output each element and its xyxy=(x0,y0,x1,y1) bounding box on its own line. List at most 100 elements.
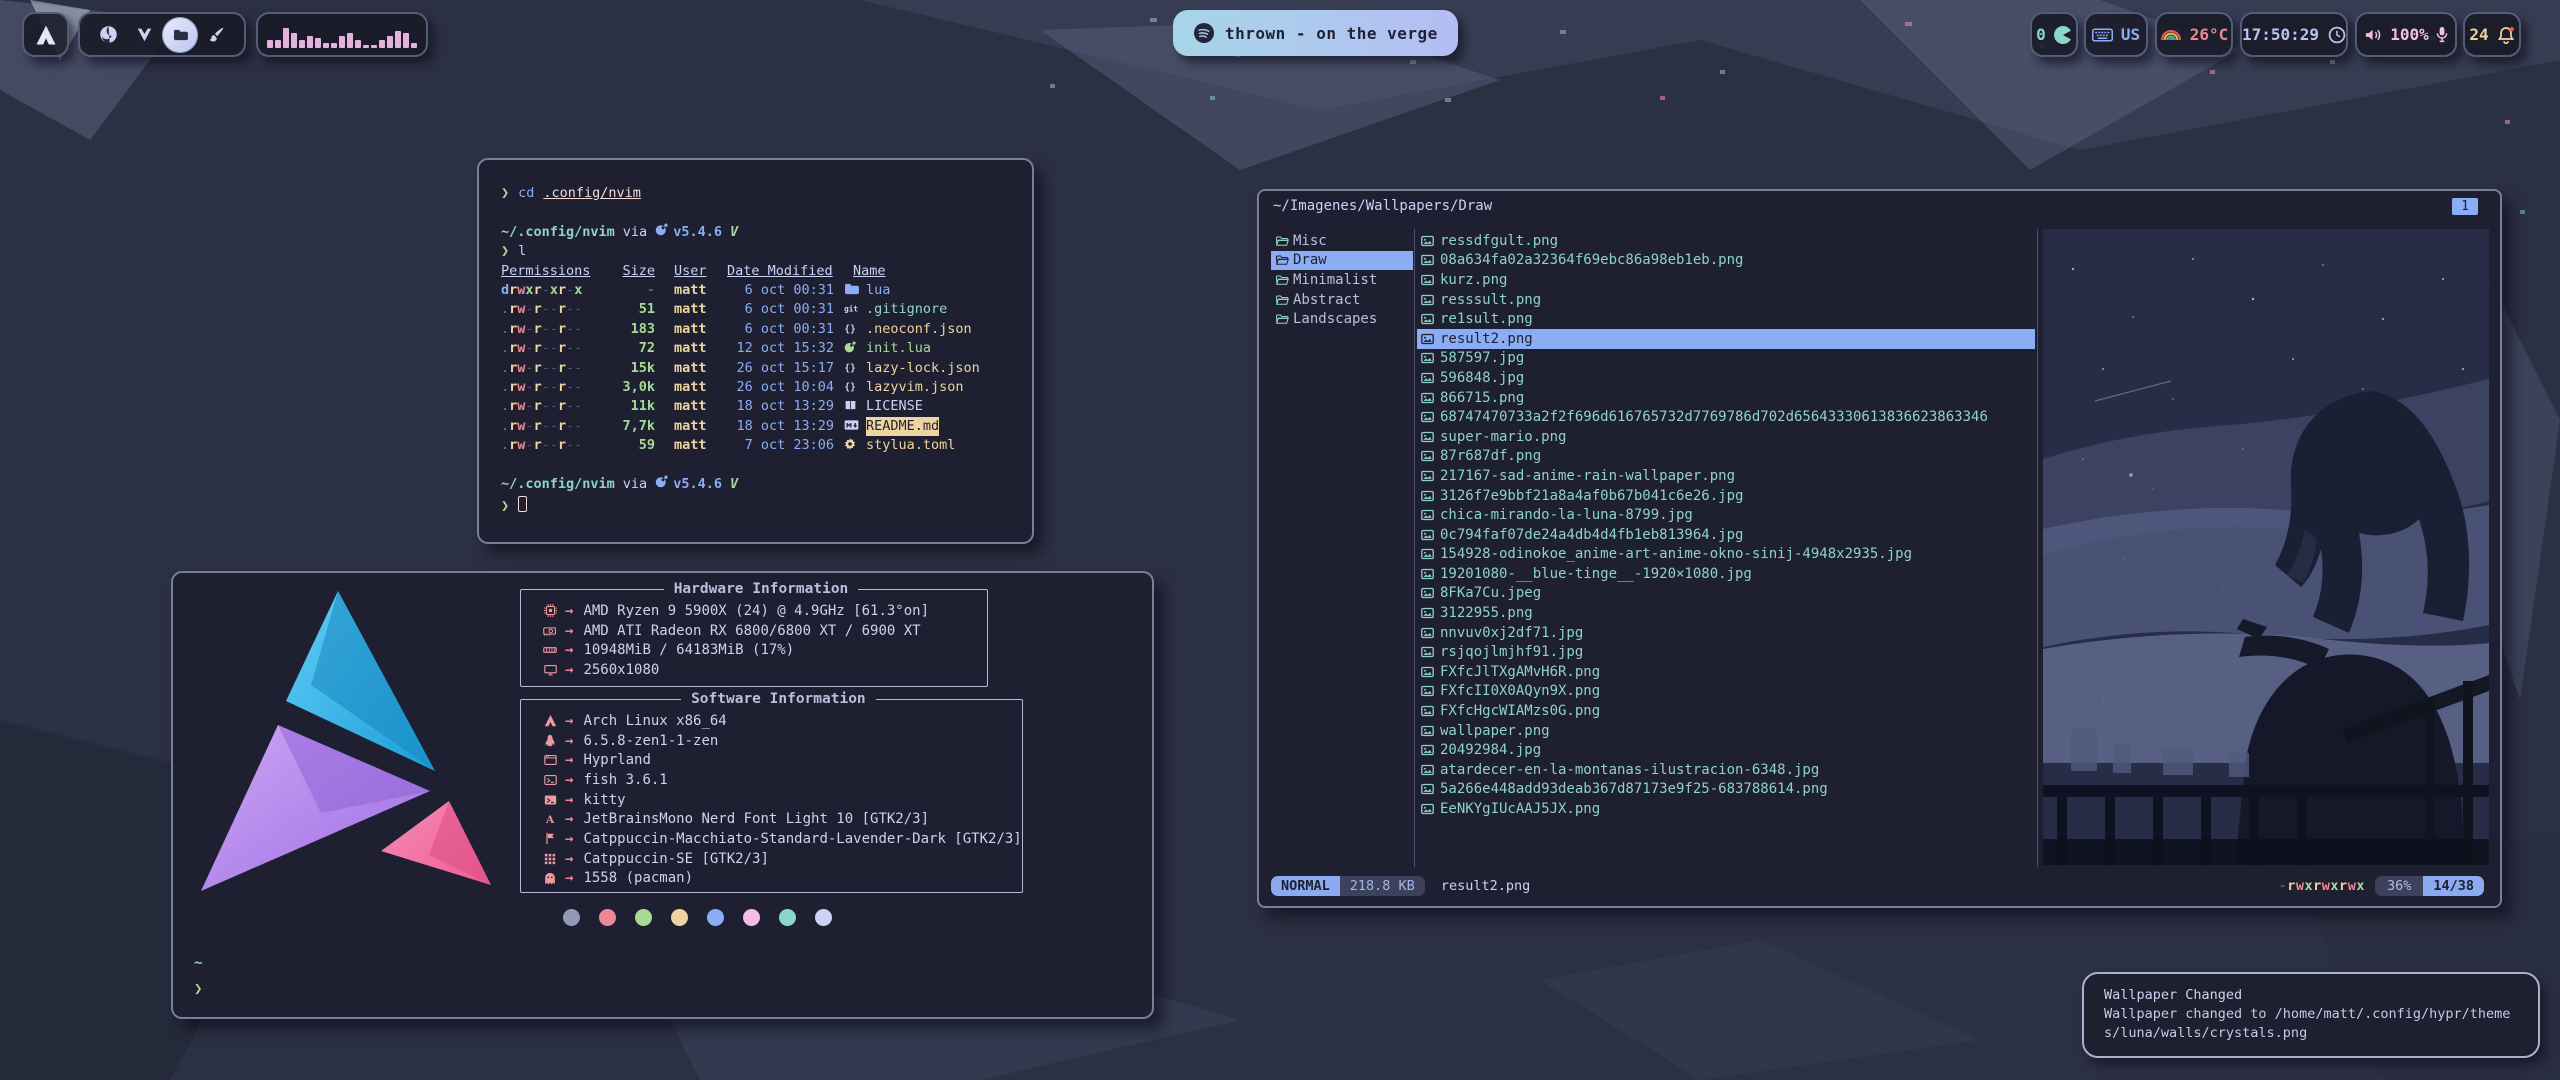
arrow-icon: → xyxy=(565,662,573,678)
fetch-value: Catppuccin-SE [GTK2/3] xyxy=(583,851,768,867)
file-item-label: 587597.jpg xyxy=(1440,350,1524,366)
row-permissions: .rw-r--r-- xyxy=(501,436,605,455)
row-filename: .neoconf.json xyxy=(866,320,972,339)
app-launcher-button[interactable] xyxy=(22,12,69,57)
svg-text:{}: {} xyxy=(844,324,855,334)
shell-prompt[interactable]: ❯ xyxy=(194,981,202,997)
sidebar-item-landscapes[interactable]: Landscapes xyxy=(1271,309,1413,329)
file-item-label: 3126f7e9bbf21a8a4af0b67b041c6e26.jpg xyxy=(1440,488,1743,504)
fetch-value: fish 3.6.1 xyxy=(583,772,667,788)
file-list-item[interactable]: 596848.jpg xyxy=(1417,368,2035,388)
file-list-item[interactable]: re1sult.png xyxy=(1417,309,2035,329)
image-file-icon xyxy=(1421,274,1434,286)
image-file-icon xyxy=(1421,685,1434,697)
file-list-item[interactable]: rsjqojlmjhf91.jpg xyxy=(1417,642,2035,662)
file-list: ressdfgult.png08a634fa02a32364f69ebc86a9… xyxy=(1417,231,2035,819)
file-list-item[interactable]: 5a266e448add93deab367d87173e9f25-6837886… xyxy=(1417,780,2035,800)
prompt-context-line: ~/.config/nvim via v5.4.6 V xyxy=(501,223,1010,242)
folder-icon xyxy=(1275,313,1289,325)
workspace-firefox[interactable] xyxy=(90,17,126,53)
palette-dot xyxy=(671,909,688,926)
visualizer-bar xyxy=(307,36,313,48)
image-file-icon xyxy=(1421,587,1434,599)
arrow-icon: → xyxy=(565,623,573,639)
volume-widget[interactable]: 100% xyxy=(2355,12,2457,57)
row-permissions: drwxr-xr-x xyxy=(501,281,605,300)
keyboard-layout-widget[interactable]: US xyxy=(2084,12,2148,57)
sidebar-item-label: Draw xyxy=(1293,252,1327,268)
file-list-item[interactable]: wallpaper.png xyxy=(1417,721,2035,741)
file-list-item[interactable]: 154928-odinokoe_anime-art-anime-okno-sin… xyxy=(1417,545,2035,565)
file-list-item[interactable]: 0c794faf07de24a4db4d4fb1eb813964.jpg xyxy=(1417,525,2035,545)
file-list-item[interactable]: 217167-sad-anime-rain-wallpaper.png xyxy=(1417,466,2035,486)
book-icon xyxy=(844,399,857,411)
file-list-item[interactable]: 87r687df.png xyxy=(1417,447,2035,467)
row-user: matt xyxy=(674,281,718,300)
workspace-folder[interactable] xyxy=(162,17,198,53)
file-list-item[interactable]: 3122955.png xyxy=(1417,603,2035,623)
palette-dot xyxy=(779,909,796,926)
fetch-value: AMD Ryzen 9 5900X (24) @ 4.9GHz [61.3°on… xyxy=(583,603,929,619)
software-info-section: Software Information →Arch Linux x86_64→… xyxy=(520,691,1023,893)
file-list-item[interactable]: atardecer-en-la-montanas-ilustracion-634… xyxy=(1417,760,2035,780)
media-player-widget[interactable]: thrown - on the verge xyxy=(1173,10,1458,56)
workspace-paintbrush[interactable] xyxy=(198,17,234,53)
clock-widget[interactable]: 17:50:29 xyxy=(2240,12,2348,57)
file-list-item[interactable]: 587597.jpg xyxy=(1417,349,2035,369)
file-list-item[interactable]: 8FKa7Cu.jpeg xyxy=(1417,584,2035,604)
row-size: 59 xyxy=(605,436,655,455)
file-list-item[interactable]: EeNKYgIUcAAJ5JX.png xyxy=(1417,799,2035,819)
file-list-item[interactable]: FXfcHgcWIAMzs0G.png xyxy=(1417,701,2035,721)
terminal-palette-dots xyxy=(563,909,832,926)
file-list-item[interactable]: kurz.png xyxy=(1417,270,2035,290)
listing-row: .rw-r--r--51matt6 oct 00:31git.gitignore xyxy=(501,300,1010,319)
fetch-value: 6.5.8-zen1-1-zen xyxy=(583,733,718,749)
image-file-icon xyxy=(1421,646,1434,658)
sidebar-item-minimalist[interactable]: Minimalist xyxy=(1271,270,1413,290)
file-list-item[interactable]: FXfcII0X0AQyn9X.png xyxy=(1417,682,2035,702)
tab-badge[interactable]: 1 xyxy=(2452,198,2478,215)
file-list-item[interactable]: 08a634fa02a32364f69ebc86a98eb1eb.png xyxy=(1417,251,2035,271)
notification-toast[interactable]: Wallpaper Changed Wallpaper changed to /… xyxy=(2082,972,2540,1058)
svg-text:git: git xyxy=(844,305,858,314)
file-item-label: nnvuv0xj2df71.jpg xyxy=(1440,625,1583,641)
file-list-item[interactable]: 68747470733a2f2f696d616765732d7769786d70… xyxy=(1417,407,2035,427)
shell-icon xyxy=(535,774,565,786)
workspace-neovim[interactable] xyxy=(126,17,162,53)
fetch-value: Arch Linux x86_64 xyxy=(583,713,726,729)
now-playing-title: thrown - on the verge xyxy=(1225,24,1438,43)
fetch-value: Hyprland xyxy=(583,752,650,768)
file-list-item[interactable]: 19201080-__blue-tinge__-1920×1080.jpg xyxy=(1417,564,2035,584)
file-list-item[interactable]: 3126f7e9bbf21a8a4af0b67b041c6e26.jpg xyxy=(1417,486,2035,506)
file-list-item[interactable]: super-mario.png xyxy=(1417,427,2035,447)
folder-icon xyxy=(844,282,859,295)
wm-icon xyxy=(535,754,565,766)
file-list-item[interactable]: resssult.png xyxy=(1417,290,2035,310)
arrow-icon: → xyxy=(565,870,573,886)
file-list-item[interactable]: chica-mirando-la-luna-8799.jpg xyxy=(1417,505,2035,525)
file-list-item[interactable]: result2.png xyxy=(1417,329,2035,349)
file-listing: PermissionsSizeUserDate ModifiedNamedrwx… xyxy=(501,262,1010,456)
weather-widget[interactable]: 26°C xyxy=(2155,12,2233,57)
row-date: 6 oct 00:31 xyxy=(718,300,834,319)
fetch-row: →kitty xyxy=(535,790,1022,810)
listing-row: .rw-r--r--3,0kmatt26 oct 10:04{}lazyvim.… xyxy=(501,378,1010,397)
notifications-widget[interactable]: 24 xyxy=(2463,12,2521,57)
file-list-item[interactable]: 866715.png xyxy=(1417,388,2035,408)
sidebar-item-draw[interactable]: Draw xyxy=(1271,251,1413,271)
file-list-item[interactable]: 20492984.jpg xyxy=(1417,740,2035,760)
fetch-row: →Arch Linux x86_64 xyxy=(535,711,1022,731)
file-list-item[interactable]: nnvuv0xj2df71.jpg xyxy=(1417,623,2035,643)
file-list-item[interactable]: ressdfgult.png xyxy=(1417,231,2035,251)
listing-row: .rw-r--r--11kmatt18 oct 13:29LICENSE xyxy=(501,397,1010,416)
row-filename: LICENSE xyxy=(866,397,923,416)
updates-widget[interactable]: 0 xyxy=(2030,12,2078,57)
sidebar-item-abstract[interactable]: Abstract xyxy=(1271,290,1413,310)
file-item-label: re1sult.png xyxy=(1440,311,1533,327)
terminal-input-line[interactable]: ❯ xyxy=(501,494,1010,516)
shell-tilde: ~ xyxy=(194,955,202,971)
file-list-item[interactable]: FXfcJlTXgAMvH6R.png xyxy=(1417,662,2035,682)
file-item-label: FXfcHgcWIAMzs0G.png xyxy=(1440,703,1600,719)
sidebar-item-misc[interactable]: Misc xyxy=(1271,231,1413,251)
header-size: Size xyxy=(605,262,655,281)
